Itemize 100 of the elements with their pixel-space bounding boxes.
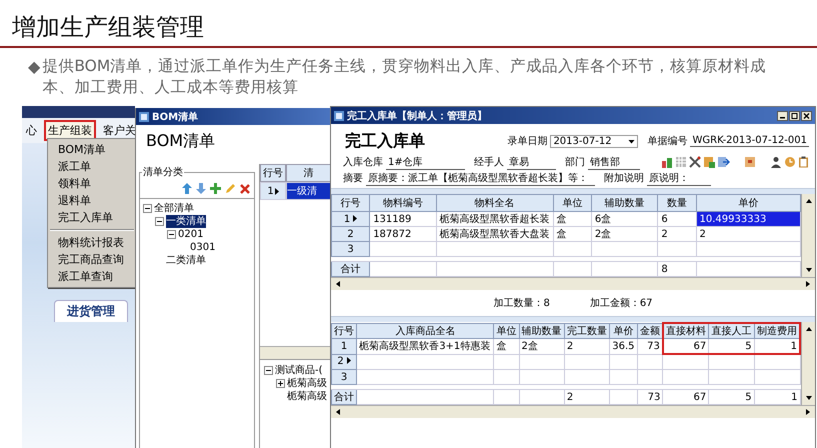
expand-icon[interactable]	[276, 379, 285, 388]
scrollbar[interactable]	[331, 405, 815, 418]
tree-item[interactable]: 一类清单	[166, 215, 206, 228]
input-field[interactable]: 原说明：	[647, 170, 711, 186]
table-cell	[610, 370, 638, 384]
menu-item[interactable]: 物料统计报表	[48, 234, 136, 251]
table-cell	[754, 370, 800, 384]
window-title: 完工入库单【制单人：管理员】	[347, 109, 488, 122]
table-cell	[708, 370, 754, 384]
clipboard-icon[interactable]	[798, 156, 809, 168]
menu-item[interactable]: 完工入库单	[48, 209, 136, 226]
column-header: 完工数量	[564, 323, 610, 338]
row-header: 1	[332, 212, 370, 226]
table-cell: 67	[662, 338, 709, 354]
column-header: 入库商品全名	[356, 323, 494, 338]
table-cell	[662, 370, 709, 384]
group-label: 清单分类	[142, 165, 184, 179]
input-field[interactable]: 销售部	[588, 154, 640, 170]
column-header: 物料全名	[436, 194, 554, 212]
field-label: 经手人	[474, 156, 504, 169]
row-pointer-icon	[353, 214, 358, 222]
table-cell: 盒	[553, 212, 592, 226]
field-label: 单据编号	[647, 134, 688, 148]
table-cell: 5	[708, 338, 754, 354]
table-cell: 6	[658, 212, 696, 226]
column-header: 行号	[332, 194, 370, 212]
tree-item[interactable]: 0301	[190, 241, 216, 254]
table-cell: 6盒	[591, 212, 658, 226]
column-header: 辅助数量	[519, 323, 564, 338]
scrollbar[interactable]	[801, 322, 815, 405]
tree-item[interactable]: 二类清单	[166, 254, 206, 267]
table-cell	[610, 354, 638, 370]
export-icon[interactable]	[717, 156, 730, 168]
column-header: 直接材料	[662, 323, 709, 338]
table-cell: 36.5	[610, 338, 638, 354]
menu-item[interactable]: 派工单	[48, 158, 136, 175]
table-cell	[658, 242, 696, 256]
menu-item[interactable]: BOM清单	[48, 141, 136, 158]
minimize-icon[interactable]	[777, 110, 788, 120]
table-cell	[591, 242, 658, 256]
column-header: 单位	[553, 194, 592, 212]
tree-item[interactable]: 全部清单	[154, 202, 194, 215]
plus-icon[interactable]	[210, 183, 221, 194]
maximize-icon[interactable]	[789, 110, 800, 120]
input-field[interactable]: 1#仓库	[386, 154, 465, 170]
tree-item[interactable]: 测试商品-(	[275, 364, 323, 377]
form-heading: 完工入库单	[344, 130, 426, 152]
row-header: 2	[332, 354, 357, 370]
collapse-icon[interactable]	[155, 217, 164, 226]
input-field[interactable]: 章易	[507, 154, 556, 170]
table-cell	[708, 354, 754, 370]
tree-item[interactable]: 栀菊高级	[287, 377, 327, 390]
table-cell: 187872	[370, 226, 436, 242]
row-header: 1	[260, 182, 286, 200]
input-field[interactable]: WGRK-2013-07-12-001	[690, 135, 809, 147]
date-dropdown[interactable]: 2013-07-12	[550, 134, 638, 148]
row-header: 3	[332, 242, 370, 256]
input-field[interactable]: 原摘要：派工单【栀菊高级型黑软香超长装】等：	[366, 170, 595, 186]
table-cell: 2盒	[519, 338, 564, 354]
field-label: 录单日期	[507, 134, 548, 148]
total-text: 加工数量：8	[493, 296, 550, 310]
box-icon[interactable]	[744, 156, 756, 168]
table-cell: 盒	[553, 226, 592, 242]
scrollbar[interactable]	[260, 346, 331, 359]
row-pointer-icon	[274, 188, 279, 194]
scrollbar[interactable]	[331, 277, 815, 290]
menu-item[interactable]: 领料单	[48, 175, 136, 192]
tree-item[interactable]: 栀菊高级	[287, 390, 327, 403]
bullet-text: 提供BOM清单，通过派工单作为生产任务主线，贯穿物料出入库、产成品入库各个环节，核算原材料成本、加工费用、人工成本等费用核算	[42, 56, 768, 98]
bullet-marker: ◆	[28, 56, 40, 78]
scrollbar[interactable]	[801, 194, 815, 277]
person-icon[interactable]	[770, 156, 782, 168]
table-cell	[519, 354, 564, 370]
tree-item[interactable]: 0201	[178, 228, 204, 241]
column-header: 单价	[610, 323, 638, 338]
field-label: 摘要	[343, 172, 363, 185]
collapse-icon[interactable]	[167, 230, 176, 239]
table-cell	[662, 354, 709, 370]
menu-item[interactable]: 心	[22, 120, 41, 141]
table-cell	[494, 354, 520, 370]
collapse-icon[interactable]	[143, 204, 152, 213]
menu-item[interactable]: 派工单查询	[48, 268, 136, 285]
tab[interactable]: 进货管理	[54, 300, 128, 322]
column-header: 单价	[696, 194, 800, 212]
column-header: 制造费用	[754, 323, 800, 338]
menu-item[interactable]: 完工商品查询	[48, 251, 136, 268]
table-cell: 2	[564, 338, 610, 354]
table-cell	[564, 370, 610, 384]
menu-item[interactable]: 退料单	[48, 192, 136, 209]
close-icon[interactable]	[801, 110, 812, 120]
app-icon	[334, 110, 344, 120]
table-cell: 盒	[494, 338, 520, 354]
app-icon	[139, 112, 149, 122]
tools-icon[interactable]	[689, 156, 701, 168]
column-header: 单位	[494, 323, 520, 338]
collapse-icon[interactable]	[264, 366, 273, 375]
table-cell	[637, 370, 663, 384]
column-header: 行号	[332, 323, 357, 338]
table-cell: 131189	[370, 212, 436, 226]
total-text: 加工金额：67	[590, 296, 653, 310]
